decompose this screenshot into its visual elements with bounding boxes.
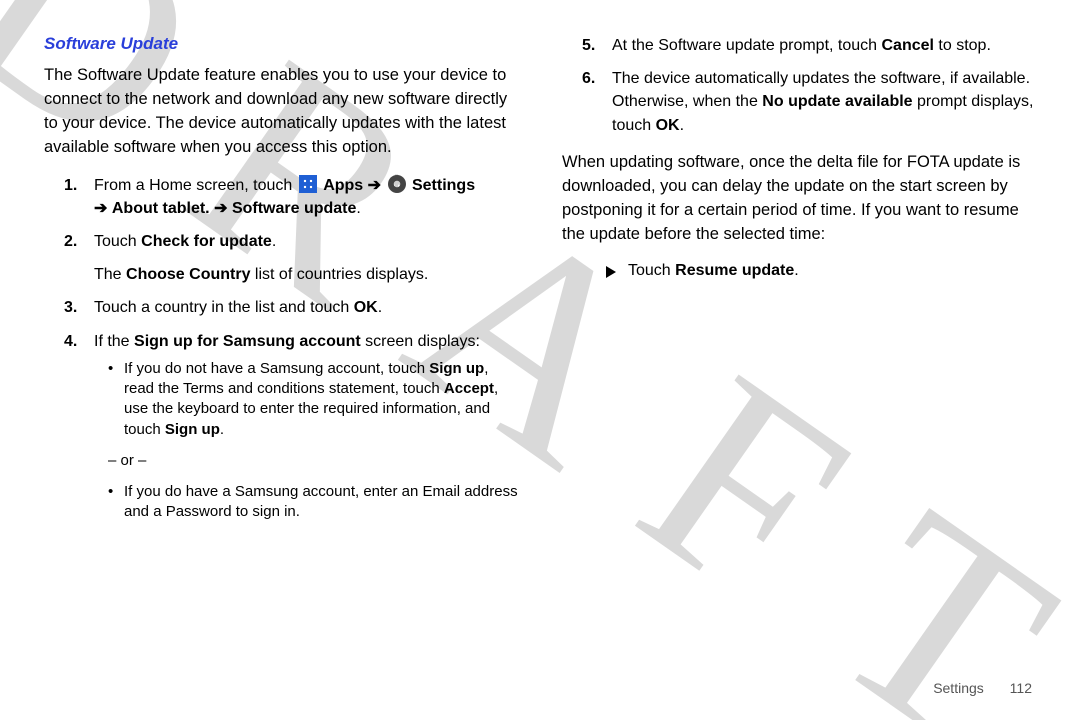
step-1: From a Home screen, touch Apps ➔ Setting… (88, 174, 518, 220)
arrow-icon: ➔ (368, 177, 381, 194)
settings-icon (388, 175, 406, 193)
step-1-about-label: About tablet. (112, 200, 210, 217)
step-1-settings-label: Settings (412, 177, 475, 194)
bullet-no-account: If you do not have a Samsung account, to… (108, 359, 518, 440)
step-1-text-a: From a Home screen, touch (94, 177, 297, 194)
step-4-bullets-2: If you do have a Samsung account, enter … (108, 482, 518, 523)
b1-a: If you do not have a Samsung account, to… (124, 360, 429, 377)
bullet-have-account: If you do have a Samsung account, enter … (108, 482, 518, 523)
s5-b: Cancel (882, 37, 934, 54)
or-divider: – or – (108, 450, 518, 472)
step-3-a: Touch a country in the list and touch (94, 299, 354, 316)
step-2-sub: The Choose Country list of countries dis… (94, 263, 518, 286)
step-4-b: Sign up for Samsung account (134, 333, 361, 350)
s6-e: . (680, 117, 684, 134)
intro-paragraph: The Software Update feature enables you … (44, 64, 518, 160)
steps-list-left-cont: Touch a country in the list and touch OK… (44, 296, 518, 522)
s6-b: No update available (762, 93, 912, 110)
steps-list-left: From a Home screen, touch Apps ➔ Setting… (44, 174, 518, 254)
section-heading: Software Update (44, 34, 518, 54)
step-2-a: Touch (94, 233, 141, 250)
apps-icon (299, 175, 317, 193)
resume-action: Touch Resume update. (606, 262, 1036, 280)
step-2: Touch Check for update. (88, 230, 518, 253)
b1-f: Sign up (165, 421, 220, 438)
step-6: The device automatically updates the sof… (606, 67, 1036, 137)
step-2-c: . (272, 233, 276, 250)
step-3: Touch a country in the list and touch OK… (88, 296, 518, 319)
s5-a: At the Software update prompt, touch (612, 37, 882, 54)
resume-a: Touch (628, 262, 675, 279)
step-4-a: If the (94, 333, 134, 350)
s5-c: to stop. (934, 37, 991, 54)
resume-paragraph: When updating software, once the delta f… (562, 151, 1036, 247)
arrow-icon: ➔ (214, 200, 227, 217)
step-3-b: OK (354, 299, 378, 316)
step-3-c: . (378, 299, 382, 316)
step-1-end: . (356, 200, 360, 217)
step-4: If the Sign up for Samsung account scree… (88, 330, 518, 522)
steps-list-right: At the Software update prompt, touch Can… (562, 34, 1036, 137)
resume-c: . (794, 262, 798, 279)
left-column: Software Update The Software Update feat… (44, 34, 540, 700)
b1-g: . (220, 421, 224, 438)
step-1-sw-label: Software update (232, 200, 356, 217)
step-2-b: Check for update (141, 233, 272, 250)
s6-d: OK (656, 117, 680, 134)
resume-b: Resume update (675, 262, 794, 279)
right-column: At the Software update prompt, touch Can… (540, 34, 1036, 700)
step-1-apps-label: Apps (323, 177, 363, 194)
b1-d: Accept (444, 380, 494, 397)
step-2-sub-b: Choose Country (126, 266, 250, 283)
b1-b: Sign up (429, 360, 484, 377)
page-body: Software Update The Software Update feat… (0, 0, 1080, 720)
step-2-sub-c: list of countries displays. (250, 266, 428, 283)
arrow-icon: ➔ (94, 200, 107, 217)
step-5: At the Software update prompt, touch Can… (606, 34, 1036, 57)
step-4-c: screen displays: (361, 333, 480, 350)
step-4-bullets: If you do not have a Samsung account, to… (108, 359, 518, 440)
step-2-sub-a: The (94, 266, 126, 283)
